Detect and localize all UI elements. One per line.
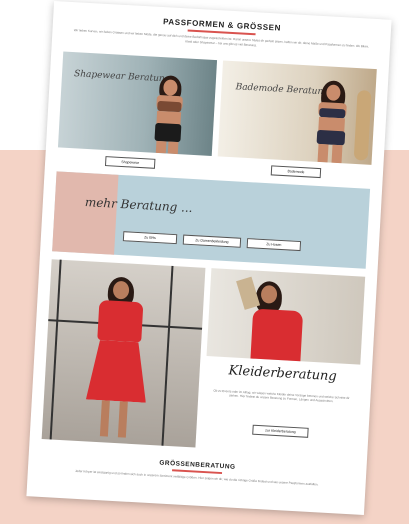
damenbekleidung-button[interactable]: Zu Damenbekleidung [182,234,242,248]
hosen-button[interactable]: Zu Hosen [246,238,302,252]
window-frame [161,265,174,446]
mehr-beratung-banner: mehr Beratung ... Zu BHs Zu Damenbekleid… [52,171,371,269]
surfboard-image [353,90,372,161]
kleider-model-image-right [206,268,366,365]
shapewear-panel[interactable]: Shapewear Beratung [57,51,218,156]
shapewear-button[interactable]: Shapewear [104,156,156,169]
bademode-panel[interactable]: Bademode Beratung [217,60,377,165]
kleiderberatung-script: Kleiderberatung [228,363,338,385]
groessenberatung-underline [172,469,223,474]
groessenberatung-title: GRÖSSENBERATUNG [159,459,236,471]
banner-accent [52,171,119,255]
bademode-button[interactable]: Bademode [270,165,322,179]
bhs-button[interactable]: Zu BHs [122,231,178,245]
shapewear-model-image [142,74,196,155]
catalog-page: PASSFORMEN & GRÖSSEN Wir lieben Kurven, … [26,0,392,516]
kleiderberatung-text: Ob zu Events oder im Alltag, wir wissen … [213,388,350,404]
window-frame [49,259,62,440]
kleider-model-image-left [41,259,206,448]
bademode-model-image [304,79,360,164]
kleiderberatung-button[interactable]: zur Kleiderberatung [252,424,309,438]
